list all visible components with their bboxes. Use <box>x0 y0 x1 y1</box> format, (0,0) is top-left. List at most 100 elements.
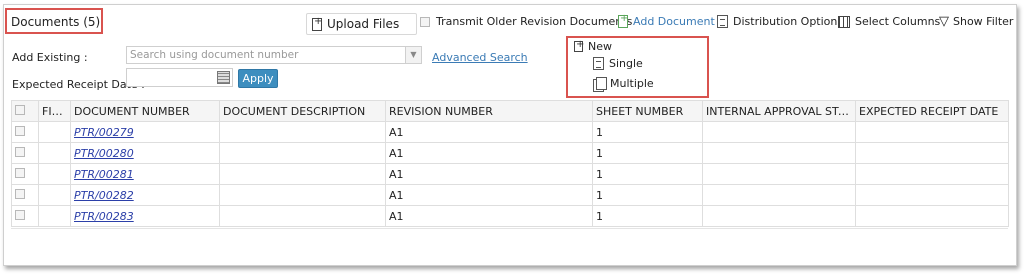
expected-receipt-date-input[interactable] <box>126 68 233 87</box>
add-existing-label: Add Existing : <box>12 51 88 64</box>
column-header-sheet-number[interactable]: SHEET NUMBER <box>592 100 703 122</box>
table-bottom-divider <box>11 228 1008 229</box>
add-document-menu: New Single Multiple <box>566 36 709 98</box>
file-cell <box>38 184 71 206</box>
select-columns-label: Select Columns <box>855 15 941 28</box>
revision-number-cell: A1 <box>385 184 593 206</box>
dropdown-arrow-icon[interactable]: ▼ <box>405 47 421 63</box>
expected-receipt-cell <box>855 184 1009 206</box>
search-placeholder: Search using document number <box>130 49 299 61</box>
row-checkbox[interactable] <box>15 167 25 178</box>
document-description-cell <box>219 142 386 164</box>
multiple-documents-icon <box>593 77 607 92</box>
table-row: PTR/00283 A1 1 <box>11 205 1009 227</box>
sheet-number-cell: 1 <box>592 184 703 206</box>
document-description-cell <box>219 121 386 143</box>
upload-files-label: Upload Files <box>327 17 400 31</box>
row-select-cell[interactable] <box>11 142 39 164</box>
columns-icon <box>838 15 850 28</box>
column-header-revision-number[interactable]: REVISION NUMBER <box>385 100 593 122</box>
menu-item-multiple[interactable]: Multiple <box>593 77 654 92</box>
table-row: PTR/00280 A1 1 <box>11 142 1009 164</box>
filter-icon: ▽ <box>939 13 949 29</box>
document-icon <box>717 15 728 28</box>
sheet-number-cell: 1 <box>592 121 703 143</box>
advanced-search-link[interactable]: Advanced Search <box>432 51 528 64</box>
file-cell <box>38 163 71 185</box>
file-cell <box>38 121 71 143</box>
menu-item-single[interactable]: Single <box>593 57 643 70</box>
apply-button[interactable]: Apply <box>238 69 278 88</box>
document-search-select[interactable]: Search using document number ▼ <box>126 46 422 64</box>
document-number-link[interactable]: PTR/00283 <box>74 210 134 223</box>
new-icon <box>574 39 584 52</box>
multiple-label: Multiple <box>610 77 654 90</box>
column-header-internal-approval-status[interactable]: INTERNAL APPROVAL STATU... <box>702 100 856 122</box>
document-number-link[interactable]: PTR/00279 <box>74 126 134 139</box>
add-document-label: Add Document <box>633 15 715 28</box>
column-header-document-number[interactable]: DOCUMENT NUMBER <box>70 100 220 122</box>
calendar-icon[interactable] <box>217 71 230 84</box>
table-row: PTR/00282 A1 1 <box>11 184 1009 206</box>
menu-item-new[interactable]: New <box>574 39 612 53</box>
show-filter-button[interactable]: ▽ Show Filter <box>939 13 1014 29</box>
document-description-cell <box>219 205 386 227</box>
internal-approval-cell <box>702 142 856 164</box>
single-document-icon <box>593 57 604 70</box>
add-document-button[interactable]: Add Document <box>618 13 715 28</box>
transmit-older-revisions-toggle[interactable]: Transmit Older Revision Documents <box>420 15 632 28</box>
revision-number-cell: A1 <box>385 205 593 227</box>
expected-receipt-cell <box>855 121 1009 143</box>
file-cell <box>38 205 71 227</box>
file-cell <box>38 142 71 164</box>
column-header-file[interactable]: FILE... <box>38 100 71 122</box>
row-select-cell[interactable] <box>11 163 39 185</box>
add-file-icon <box>312 16 322 31</box>
internal-approval-cell <box>702 205 856 227</box>
row-checkbox[interactable] <box>15 146 25 157</box>
row-select-cell[interactable] <box>11 121 39 143</box>
row-checkbox[interactable] <box>15 125 25 136</box>
select-columns-button[interactable]: Select Columns <box>838 15 940 28</box>
expected-receipt-cell <box>855 142 1009 164</box>
document-number-cell: PTR/00281 <box>70 163 220 185</box>
document-number-cell: PTR/00282 <box>70 184 220 206</box>
document-description-cell <box>219 184 386 206</box>
document-number-link[interactable]: PTR/00282 <box>74 189 134 202</box>
table-header-row: FILE... DOCUMENT NUMBER DOCUMENT DESCRIP… <box>11 100 1009 122</box>
add-document-icon <box>618 13 628 28</box>
internal-approval-cell <box>702 184 856 206</box>
revision-number-cell: A1 <box>385 163 593 185</box>
document-number-cell: PTR/00283 <box>70 205 220 227</box>
select-all-checkbox[interactable] <box>15 104 25 115</box>
row-select-cell[interactable] <box>11 205 39 227</box>
table-row: PTR/00279 A1 1 <box>11 121 1009 143</box>
distribution-option-button[interactable]: Distribution Option <box>717 15 837 28</box>
row-checkbox[interactable] <box>15 188 25 199</box>
document-number-link[interactable]: PTR/00281 <box>74 168 134 181</box>
row-checkbox[interactable] <box>15 209 25 220</box>
column-header-document-description[interactable]: DOCUMENT DESCRIPTION <box>219 100 386 122</box>
show-filter-label: Show Filter <box>953 15 1014 28</box>
transmit-label: Transmit Older Revision Documents <box>436 15 633 28</box>
document-number-cell: PTR/00279 <box>70 121 220 143</box>
document-description-cell <box>219 163 386 185</box>
document-number-cell: PTR/00280 <box>70 142 220 164</box>
upload-files-button[interactable]: Upload Files <box>306 13 417 35</box>
select-all-cell[interactable] <box>11 100 39 122</box>
document-number-link[interactable]: PTR/00280 <box>74 147 134 160</box>
table-row: PTR/00281 A1 1 <box>11 163 1009 185</box>
sheet-number-cell: 1 <box>592 205 703 227</box>
internal-approval-cell <box>702 163 856 185</box>
revision-number-cell: A1 <box>385 121 593 143</box>
single-label: Single <box>609 57 643 70</box>
sheet-number-cell: 1 <box>592 142 703 164</box>
expected-receipt-cell <box>855 163 1009 185</box>
column-header-expected-receipt-date[interactable]: EXPECTED RECEIPT DATE <box>855 100 1009 122</box>
documents-title: Documents (5) <box>5 8 103 34</box>
distribution-option-label: Distribution Option <box>733 15 838 28</box>
transmit-checkbox[interactable] <box>420 16 430 27</box>
expected-receipt-cell <box>855 205 1009 227</box>
row-select-cell[interactable] <box>11 184 39 206</box>
documents-table: FILE... DOCUMENT NUMBER DOCUMENT DESCRIP… <box>11 100 1009 227</box>
